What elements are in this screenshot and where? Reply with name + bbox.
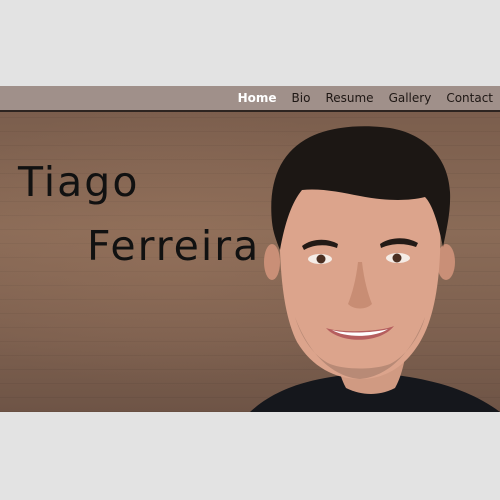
top-navbar: Home Bio Resume Gallery Contact — [0, 86, 500, 112]
nav-item-bio[interactable]: Bio — [292, 91, 311, 105]
hero-banner: Tiago Ferreira — [0, 112, 500, 412]
nav-item-resume[interactable]: Resume — [325, 91, 373, 105]
nav-item-gallery[interactable]: Gallery — [389, 91, 432, 105]
hero-last-name: Ferreira — [87, 222, 261, 270]
nav-item-home[interactable]: Home — [238, 91, 277, 105]
website-viewport: Home Bio Resume Gallery Contact Tiago Fe… — [0, 86, 500, 412]
hero-first-name: Tiago — [18, 158, 140, 206]
nav-menu: Home Bio Resume Gallery Contact — [238, 86, 493, 110]
nav-item-contact[interactable]: Contact — [446, 91, 493, 105]
portrait-photo — [250, 126, 500, 412]
